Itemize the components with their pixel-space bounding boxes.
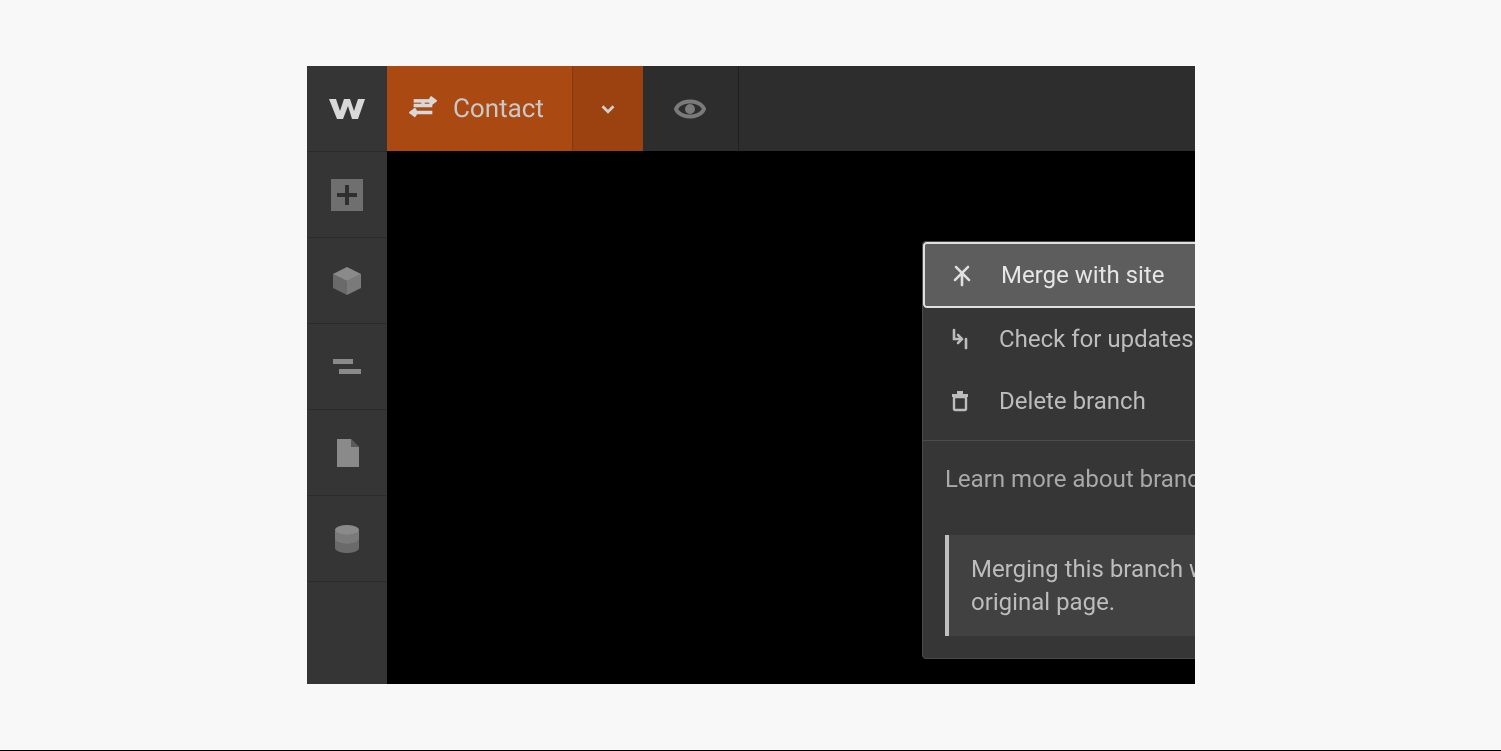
add-panel-button[interactable]	[307, 152, 387, 238]
components-panel-button[interactable]	[307, 238, 387, 324]
pages-panel-button[interactable]	[307, 410, 387, 496]
branch-dropdown-menu: Merge with site Check for updates Delete…	[922, 241, 1195, 659]
menu-learn-more-link[interactable]: Learn more about branching	[923, 440, 1195, 517]
menu-item-label: Merge with site	[1001, 259, 1164, 291]
navigator-panel-button[interactable]	[307, 324, 387, 410]
merge-warning-text: Merging this branch will replace the ori…	[971, 555, 1195, 615]
app-window: Contact Merge with site Check for update…	[307, 66, 1195, 684]
preview-button[interactable]	[643, 66, 739, 151]
merge-warning-note: Merging this branch will replace the ori…	[945, 535, 1195, 636]
chevron-down-icon	[597, 98, 619, 120]
menu-check-for-updates[interactable]: Check for updates	[923, 308, 1195, 370]
cms-panel-button[interactable]	[307, 496, 387, 582]
merge-icon	[947, 263, 977, 287]
branch-indicator[interactable]: Contact	[387, 66, 572, 151]
branch-icon	[409, 95, 437, 123]
menu-item-label: Check for updates	[999, 323, 1194, 355]
left-sidebar	[307, 66, 387, 684]
menu-merge-with-site[interactable]: Merge with site	[923, 242, 1195, 308]
eye-icon	[674, 93, 706, 125]
menu-item-label: Delete branch	[999, 385, 1146, 417]
trash-icon	[945, 389, 975, 413]
menu-delete-branch[interactable]: Delete branch	[923, 370, 1195, 432]
update-icon	[945, 327, 975, 351]
webflow-logo[interactable]	[307, 66, 387, 152]
branch-name: Contact	[453, 94, 544, 124]
learn-more-label: Learn more about branching	[945, 465, 1195, 493]
top-bar: Contact	[387, 66, 1195, 151]
branch-dropdown-button[interactable]	[572, 66, 643, 151]
